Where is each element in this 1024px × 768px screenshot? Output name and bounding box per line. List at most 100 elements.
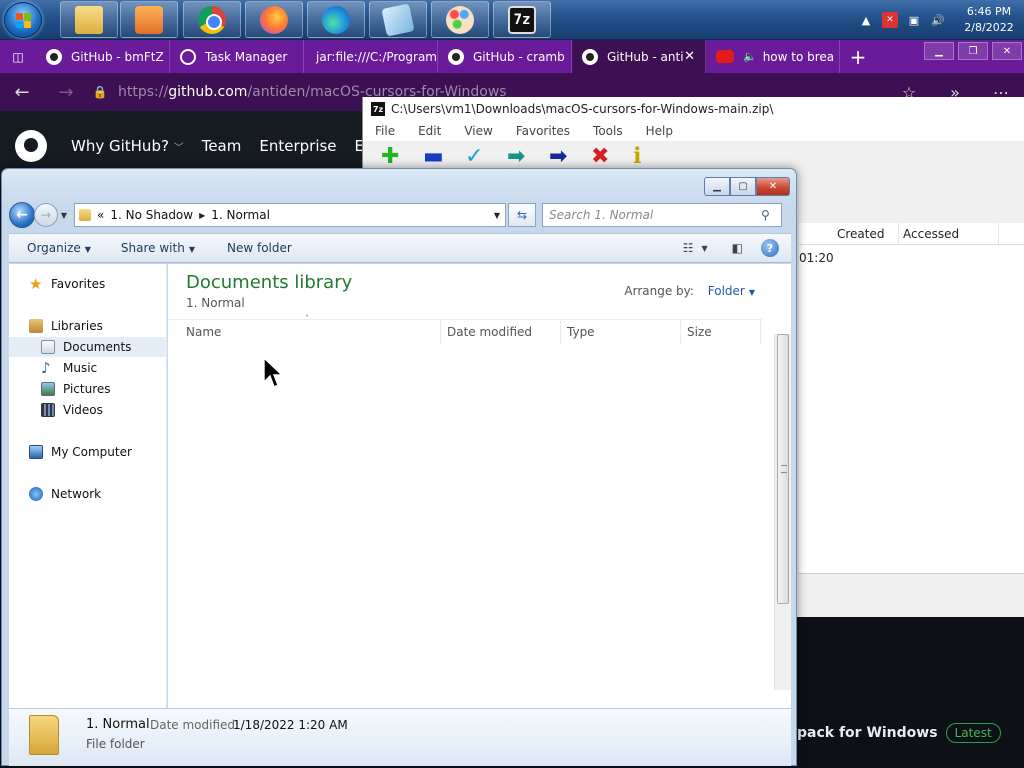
- taskbar-chrome[interactable]: [183, 1, 241, 38]
- recent-pages-dropdown[interactable]: ▼: [58, 211, 70, 220]
- move-arrow-icon[interactable]: ➡: [549, 144, 591, 169]
- 7zip-status-bar: [799, 573, 1024, 617]
- menu-edit[interactable]: Edit: [406, 124, 452, 138]
- url-host: github.com: [168, 84, 248, 100]
- column-created[interactable]: Created: [799, 223, 899, 244]
- close-button[interactable]: ✕: [756, 177, 790, 196]
- nav-enterprise[interactable]: Enterprise: [259, 137, 336, 155]
- taskbar-7zip[interactable]: 7z: [493, 1, 551, 38]
- nav-pictures[interactable]: Pictures: [9, 379, 167, 399]
- scrollbar-thumb[interactable]: [777, 334, 789, 604]
- nav-my-computer[interactable]: My Computer: [9, 442, 167, 462]
- taskbar-edge[interactable]: [307, 1, 365, 38]
- github-logo-icon[interactable]: [15, 130, 47, 162]
- nav-documents[interactable]: Documents: [9, 337, 167, 357]
- vertical-scrollbar[interactable]: [774, 334, 791, 690]
- menu-favorites[interactable]: Favorites: [504, 124, 581, 138]
- nav-network[interactable]: Network: [9, 484, 167, 504]
- breadcrumb[interactable]: « 1. No Shadow ▶ 1. Normal ▼: [74, 203, 506, 227]
- music-icon: ♪: [41, 359, 51, 377]
- tab-label: GitHub - cramb: [473, 49, 565, 64]
- browser-restore-button[interactable]: ❐: [958, 42, 988, 60]
- 7zip-file-list[interactable]: 01:20: [799, 245, 1024, 573]
- column-type[interactable]: Type: [561, 319, 681, 344]
- share-with-button[interactable]: Share with ▼: [121, 241, 195, 255]
- action-center-flag-icon[interactable]: ✕: [882, 12, 898, 28]
- folder-icon: [29, 715, 59, 755]
- lock-icon[interactable]: 🔒: [88, 85, 112, 99]
- start-button[interactable]: [4, 2, 42, 38]
- nav-videos[interactable]: Videos: [9, 400, 167, 420]
- arrange-by-dropdown[interactable]: Folder ▼: [708, 284, 755, 298]
- volume-icon[interactable]: 🔊: [930, 12, 946, 28]
- change-view-icon[interactable]: ☷: [683, 241, 694, 255]
- view-options-dropdown-icon[interactable]: ▼: [702, 244, 708, 253]
- preview-pane-icon[interactable]: ◧: [732, 241, 743, 255]
- tab-task-manager[interactable]: Task Manager: [170, 40, 304, 73]
- add-icon[interactable]: ✚: [381, 144, 423, 169]
- column-name[interactable]: ˄ Name: [168, 314, 441, 344]
- column-date-modified[interactable]: Date modified: [441, 319, 561, 344]
- clock[interactable]: 6:46 PM 2/8/2022: [954, 4, 1024, 36]
- breadcrumb-no-shadow[interactable]: 1. No Shadow: [110, 208, 193, 222]
- address-dropdown-icon[interactable]: ▼: [489, 211, 505, 220]
- menu-help[interactable]: Help: [634, 124, 684, 138]
- info-icon[interactable]: ℹ: [633, 144, 675, 169]
- menu-view[interactable]: View: [452, 124, 503, 138]
- tab-github-cramb[interactable]: GitHub - cramb: [438, 40, 572, 73]
- help-icon[interactable]: ?: [761, 239, 779, 257]
- nav-favorites[interactable]: ★ Favorites: [9, 274, 167, 294]
- taskbar-notepad[interactable]: [369, 1, 427, 38]
- menu-file[interactable]: File: [363, 124, 406, 138]
- nav-libraries[interactable]: Libraries: [9, 316, 167, 336]
- release-title[interactable]: pack for Windows: [797, 725, 938, 741]
- organize-button[interactable]: Organize ▼: [27, 241, 91, 255]
- taskbar-firefox[interactable]: [245, 1, 303, 38]
- tab-close-icon[interactable]: ✕: [684, 49, 695, 64]
- file-list-pane[interactable]: Documents library 1. Normal Arrange by: …: [168, 264, 791, 708]
- delete-x-icon[interactable]: ✖: [591, 144, 633, 169]
- tab-github-antiden[interactable]: GitHub - anti ✕: [572, 40, 706, 73]
- nav-why-github[interactable]: Why GitHub? ﹀: [71, 137, 184, 155]
- latest-release[interactable]: pack for Windows Latest: [797, 723, 1001, 743]
- search-input[interactable]: [549, 208, 761, 222]
- nav-team[interactable]: Team: [202, 137, 242, 155]
- breadcrumb-normal[interactable]: 1. Normal: [211, 208, 270, 222]
- forward-arrow-icon[interactable]: →: [44, 82, 88, 103]
- network-tray-icon[interactable]: ▣: [906, 12, 922, 28]
- breadcrumb-overflow[interactable]: «: [97, 208, 104, 222]
- search-icon[interactable]: ⚲: [761, 208, 781, 222]
- taskbar-paint[interactable]: [431, 1, 489, 38]
- browser-minimize-button[interactable]: ▁: [924, 42, 954, 60]
- column-size[interactable]: Size: [681, 319, 761, 344]
- taskbar: 7z ▲ ✕ ▣ 🔊 6:46 PM 2/8/2022: [0, 0, 1024, 40]
- browser-close-button[interactable]: ✕: [992, 42, 1022, 60]
- audio-playing-icon[interactable]: 🔈: [743, 50, 757, 63]
- new-folder-button[interactable]: New folder: [227, 241, 292, 255]
- back-button[interactable]: ←: [9, 202, 35, 228]
- extract-minus-icon[interactable]: ▬: [423, 144, 465, 169]
- nav-music[interactable]: ♪ Music: [9, 358, 167, 378]
- tab-actions-icon[interactable]: ◫: [0, 40, 36, 73]
- clock-time: 6:46 PM: [966, 5, 1012, 18]
- navigation-pane[interactable]: ★ Favorites Libraries Documents ♪ Music …: [9, 264, 167, 708]
- refresh-button[interactable]: ⇆: [508, 203, 536, 227]
- column-accessed[interactable]: Accessed: [899, 223, 999, 244]
- explorer-nav-bar: ← → ▼ « 1. No Shadow ▶ 1. Normal ▼ ⇆ ⚲: [9, 201, 791, 229]
- tab-jar-file[interactable]: jar:file:///C:/Program: [304, 40, 438, 73]
- new-tab-button[interactable]: +: [840, 40, 876, 73]
- maximize-button[interactable]: ▢: [730, 177, 756, 196]
- forward-button[interactable]: →: [34, 203, 58, 227]
- copy-arrow-icon[interactable]: ➡: [507, 144, 549, 169]
- tab-strip: ◫ GitHub - bmFtZ Task Manager jar:file:/…: [0, 40, 1024, 73]
- taskbar-file-explorer[interactable]: [60, 1, 118, 38]
- breadcrumb-separator-icon[interactable]: ▶: [199, 211, 205, 220]
- menu-tools[interactable]: Tools: [581, 124, 634, 138]
- back-arrow-icon[interactable]: ←: [0, 82, 44, 103]
- tray-overflow-icon[interactable]: ▲: [858, 12, 874, 28]
- test-check-icon[interactable]: ✓: [465, 144, 507, 169]
- tab-youtube[interactable]: 🔈 how to brea: [706, 40, 840, 73]
- taskbar-media-player[interactable]: [120, 1, 178, 38]
- tab-github-bmftz[interactable]: GitHub - bmFtZ: [36, 40, 170, 73]
- minimize-button[interactable]: ▁: [704, 177, 730, 196]
